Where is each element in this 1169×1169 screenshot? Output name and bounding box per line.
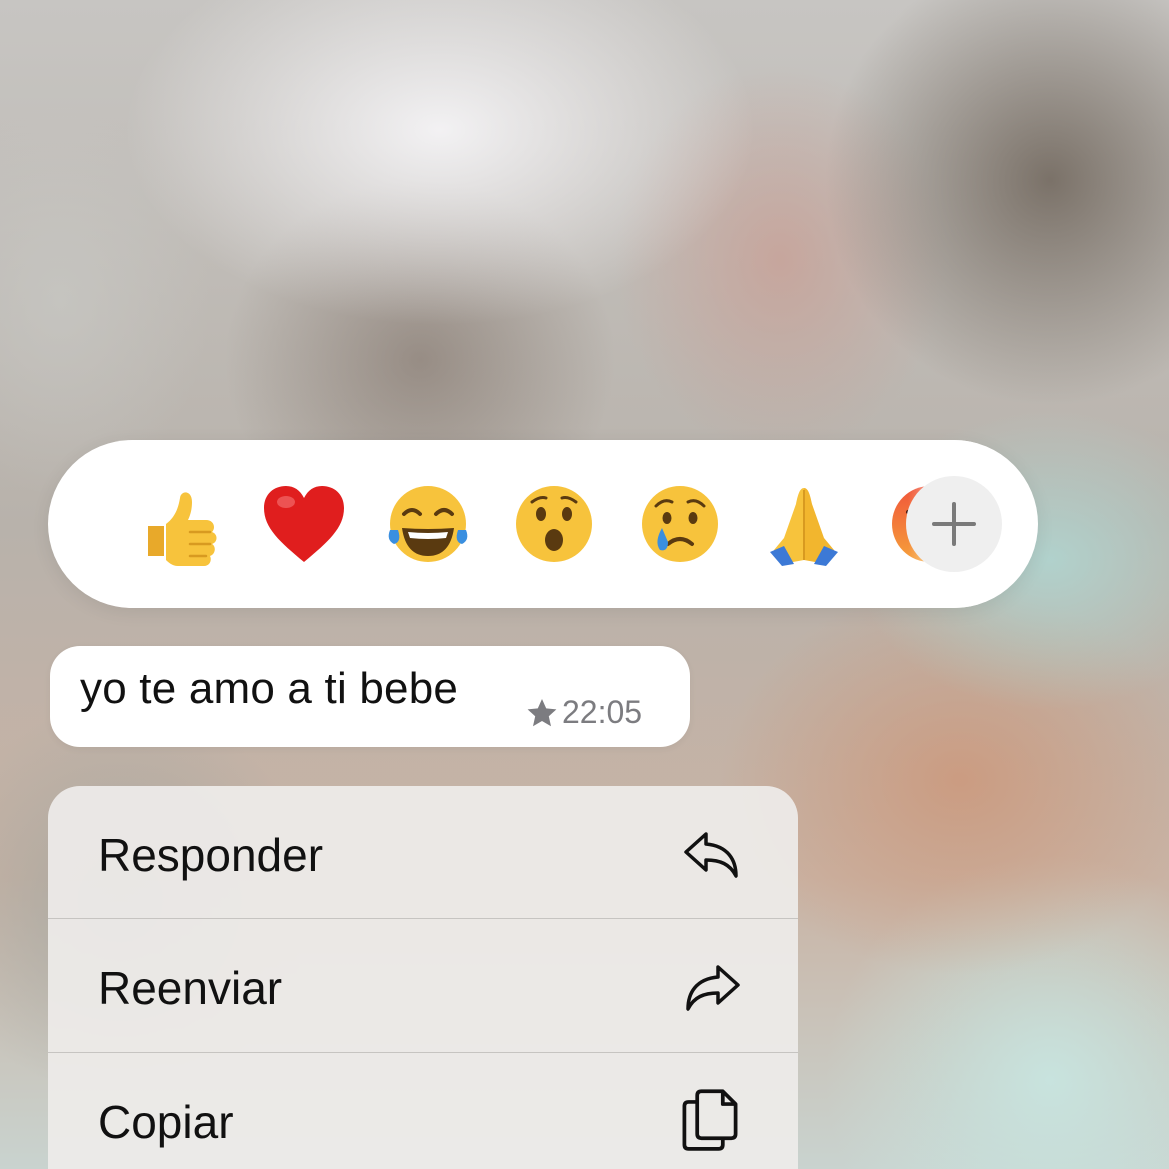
- screen: yo te amo a ti bebe 22:05 Responder Reen…: [0, 0, 1169, 1169]
- menu-item-label: Responder: [98, 829, 324, 881]
- reply-icon: [684, 832, 738, 878]
- star-icon: [527, 698, 557, 726]
- tears-of-joy-icon[interactable]: [384, 480, 472, 568]
- message-bubble[interactable]: yo te amo a ti bebe 22:05: [50, 646, 690, 747]
- menu-item-label: Copiar: [98, 1096, 234, 1148]
- crying-face-icon[interactable]: [636, 480, 724, 568]
- message-meta: 22:05: [526, 694, 642, 731]
- message-time: 22:05: [562, 694, 643, 730]
- reaction-bar: [48, 440, 1038, 608]
- copy-icon: [682, 1089, 738, 1151]
- thumbs-up-icon[interactable]: [134, 480, 222, 568]
- menu-item-forward[interactable]: Reenviar: [48, 919, 798, 1052]
- menu-item-label: Reenviar: [98, 962, 283, 1014]
- folded-hands-icon[interactable]: [760, 480, 848, 568]
- message-text: yo te amo a ti bebe: [80, 664, 459, 713]
- plus-icon: [932, 502, 976, 546]
- red-heart-icon[interactable]: [260, 480, 348, 568]
- context-menu: Responder Reenviar Copiar: [48, 786, 798, 1169]
- menu-item-reply[interactable]: Responder: [48, 786, 798, 919]
- menu-item-copy[interactable]: Copiar: [48, 1053, 798, 1169]
- forward-icon: [686, 965, 740, 1011]
- more-reactions-button[interactable]: [906, 476, 1002, 572]
- surprised-face-icon[interactable]: [510, 480, 598, 568]
